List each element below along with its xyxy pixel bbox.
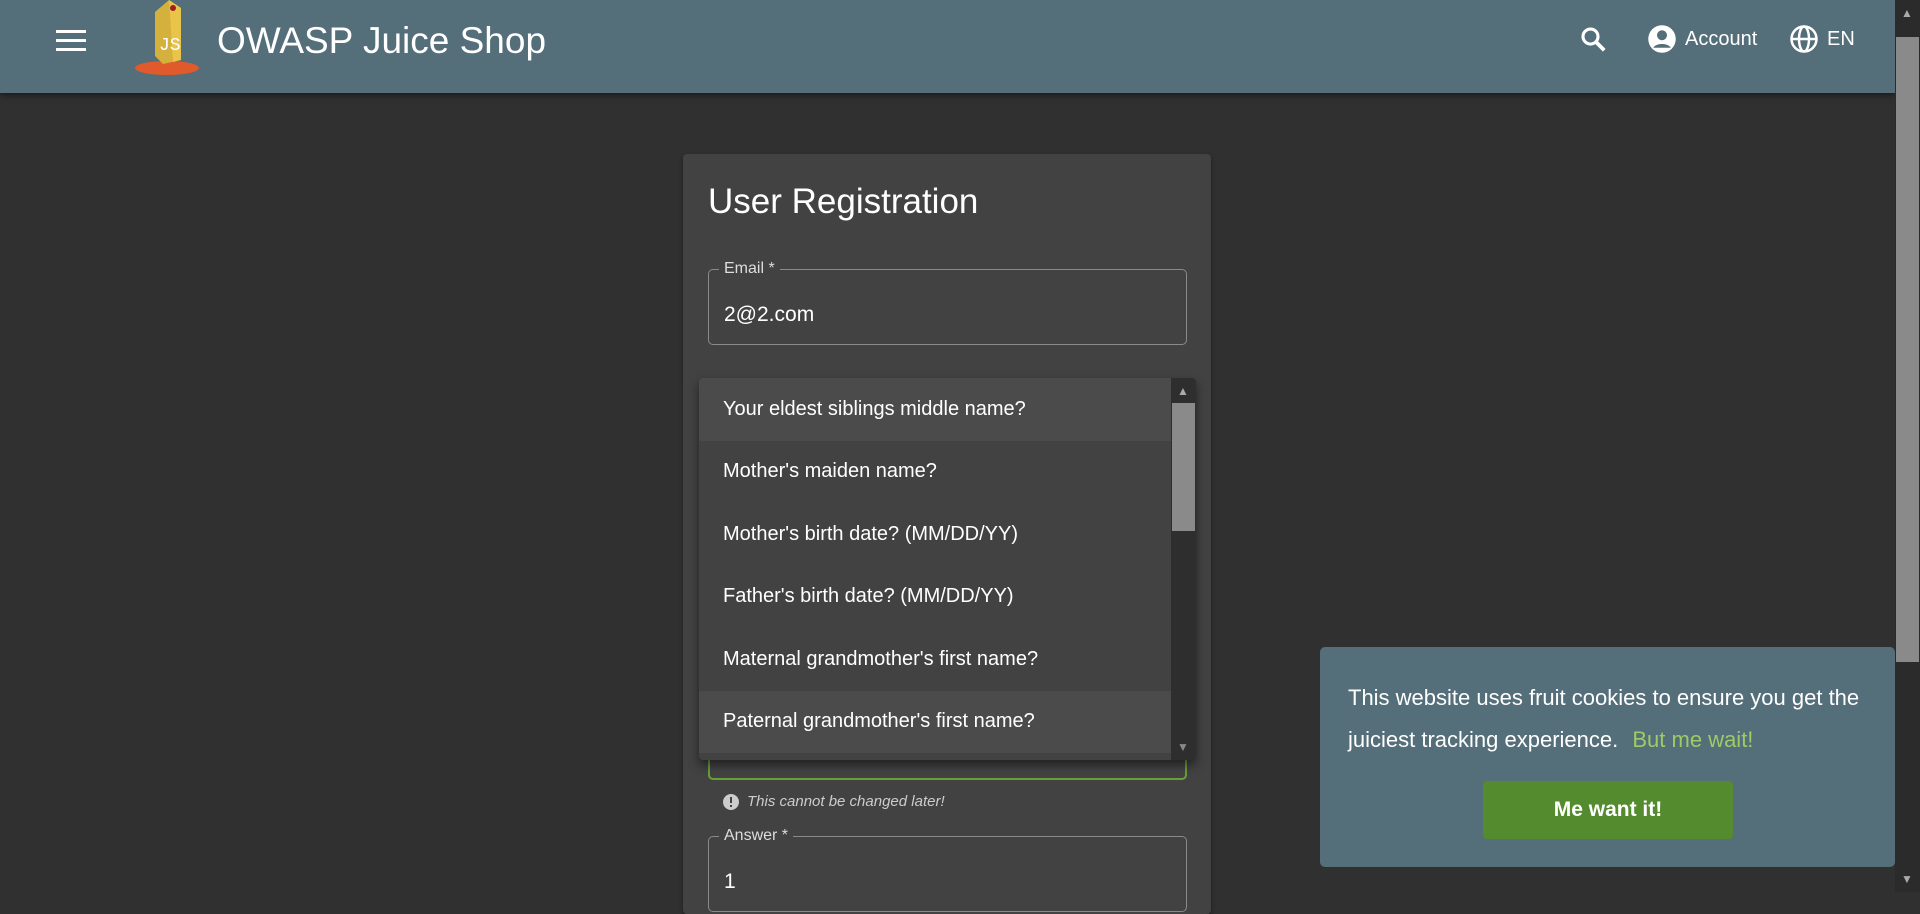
globe-icon — [1790, 25, 1818, 53]
svg-text:JS: JS — [159, 36, 181, 56]
page-scrollbar[interactable]: ▲ ▼ — [1895, 0, 1920, 892]
scrollbar-thumb[interactable] — [1172, 403, 1195, 531]
cookie-accept-button[interactable]: Me want it! — [1483, 781, 1733, 839]
search-icon — [1581, 27, 1606, 52]
search-button[interactable] — [1578, 24, 1608, 54]
app-title[interactable]: OWASP Juice Shop — [217, 20, 546, 62]
language-button[interactable]: EN — [1789, 24, 1855, 54]
email-label: Email * — [719, 260, 780, 278]
hint-text: This cannot be changed later! — [747, 793, 945, 810]
answer-value: 1 — [724, 870, 736, 893]
account-button[interactable]: Account — [1647, 24, 1757, 54]
cookie-message: This website uses fruit cookies to ensur… — [1348, 685, 1860, 752]
option[interactable]: Maternal grandmother's first name? — [699, 628, 1171, 691]
option[interactable]: Mother's birth date? (MM/DD/YY) — [699, 503, 1171, 566]
cookie-banner: This website uses fruit cookies to ensur… — [1320, 647, 1895, 867]
scroll-down-icon[interactable]: ▼ — [1177, 740, 1189, 754]
email-value: 2@2.com — [724, 303, 815, 326]
answer-label: Answer * — [719, 827, 794, 845]
toolbar: JS OWASP Juice Shop Account EN — [0, 0, 1895, 93]
scroll-up-icon[interactable]: ▲ — [1177, 384, 1189, 398]
option[interactable]: Paternal grandmother's first name? — [699, 690, 1171, 753]
hint: This cannot be changed later! — [723, 793, 945, 810]
account-label: Account — [1685, 27, 1758, 50]
error-icon — [723, 793, 739, 810]
email-field[interactable]: Email * 2@2.com — [708, 260, 1187, 345]
dropdown-scrollbar[interactable]: ▲ ▼ — [1171, 378, 1196, 760]
menu-icon[interactable] — [56, 30, 86, 52]
security-question-dropdown: Your eldest siblings middle name? Mother… — [699, 378, 1196, 760]
answer-field[interactable]: Answer * 1 — [708, 827, 1187, 912]
juice-shop-logo[interactable]: JS — [133, 0, 205, 76]
page-scrollbar-thumb[interactable] — [1896, 37, 1919, 662]
cookie-learn-more-link[interactable]: But me wait! — [1632, 727, 1753, 752]
scroll-down-icon[interactable]: ▼ — [1901, 872, 1913, 886]
language-label: EN — [1827, 27, 1855, 50]
page-title: User Registration — [708, 182, 979, 221]
scroll-up-icon[interactable]: ▲ — [1901, 6, 1913, 20]
option[interactable]: Mother's maiden name? — [699, 441, 1171, 504]
option[interactable]: Your eldest siblings middle name? — [699, 378, 1171, 441]
option[interactable]: Father's birth date? (MM/DD/YY) — [699, 566, 1171, 629]
account-icon — [1648, 25, 1676, 53]
